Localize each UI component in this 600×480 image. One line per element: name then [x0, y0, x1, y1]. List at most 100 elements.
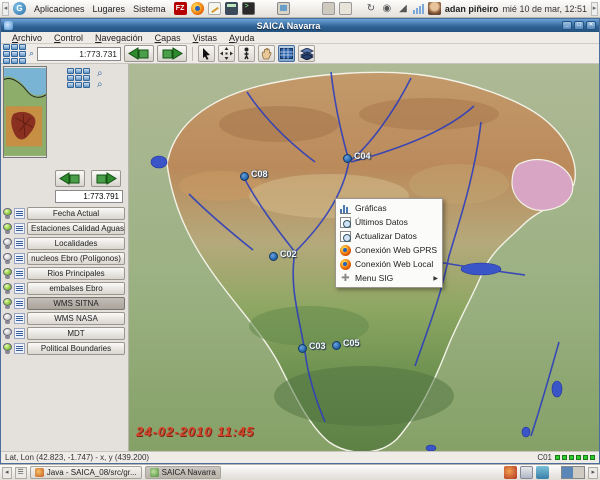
layers-3d-button[interactable]: [298, 45, 316, 62]
calculator-launcher-icon[interactable]: [224, 2, 238, 15]
context-item-gr-ficas[interactable]: Gráficas: [336, 201, 442, 215]
layer-legend-icon[interactable]: [14, 238, 25, 249]
pan-move-tool[interactable]: [218, 45, 236, 62]
workspace-2[interactable]: [573, 467, 585, 478]
taskbar-tray-icon-3[interactable]: [536, 466, 550, 479]
pan-compass-icon[interactable]: [3, 43, 26, 64]
layer-legend-icon[interactable]: [14, 223, 25, 234]
zoom-tool-icon[interactable]: ⌕: [29, 49, 34, 58]
layer-button[interactable]: Estaciones Calidad Aguas: [27, 222, 125, 235]
forward-view-button[interactable]: [157, 45, 188, 62]
taskbar-tray-icon-2[interactable]: [520, 466, 534, 479]
layer-legend-icon[interactable]: [14, 283, 25, 294]
info-tool[interactable]: [238, 45, 256, 62]
minimize-button[interactable]: _: [562, 21, 572, 30]
scale-input[interactable]: [37, 46, 122, 61]
layer-button[interactable]: MDT: [27, 327, 125, 340]
layer-visibility-bulb-icon[interactable]: [3, 343, 12, 354]
window-list-next-button[interactable]: ▸: [588, 466, 598, 479]
panel-hide-left-button[interactable]: ◂: [2, 1, 9, 16]
station-marker-c02[interactable]: [269, 252, 278, 261]
layer-visibility-bulb-icon[interactable]: [3, 313, 12, 324]
gnome-menu-icon[interactable]: G: [13, 2, 26, 15]
desktop-menu-lugares[interactable]: Lugares: [89, 3, 130, 15]
station-marker-c03[interactable]: [298, 344, 307, 353]
sidebar-back-button[interactable]: [55, 170, 85, 187]
map-view-toggle[interactable]: [278, 45, 296, 62]
maximize-button[interactable]: □: [574, 21, 584, 30]
terminal-launcher-icon[interactable]: [241, 2, 255, 15]
station-marker-c05[interactable]: [332, 341, 341, 350]
clock-label[interactable]: mié 10 de mar, 12:51: [502, 4, 587, 14]
menu-capas[interactable]: Capas: [150, 33, 186, 43]
username-label[interactable]: adan piñeiro: [445, 4, 499, 14]
workspace-switcher[interactable]: [561, 466, 586, 479]
firefox-launcher-icon[interactable]: [190, 2, 204, 15]
update-tray-icon[interactable]: ↻: [365, 3, 377, 14]
layer-legend-icon[interactable]: [14, 328, 25, 339]
context-item-actualizar-datos[interactable]: Actualizar Datos: [336, 229, 442, 243]
layer-button[interactable]: Fecha Actual: [27, 207, 125, 220]
window-titlebar[interactable]: SAICA Navarra _ □ ✕: [1, 19, 599, 32]
layer-button[interactable]: Localidades: [27, 237, 125, 250]
layer-visibility-bulb-icon[interactable]: [3, 283, 12, 294]
layer-legend-icon[interactable]: [14, 253, 25, 264]
layer-visibility-bulb-icon[interactable]: [3, 223, 12, 234]
context-item-conexi-n-web-gprs[interactable]: Conexión Web GPRS: [336, 243, 442, 257]
window-list-icon[interactable]: ☰: [14, 466, 27, 479]
menu-archivo[interactable]: Archivo: [7, 33, 47, 43]
taskbar-task-active[interactable]: SAICA Navarra: [144, 466, 221, 479]
station-marker-c04[interactable]: [343, 154, 352, 163]
menu-navegación[interactable]: Navegación: [90, 33, 148, 43]
window-list-prev-button[interactable]: ◂: [2, 466, 12, 479]
layer-button[interactable]: WMS NASA: [27, 312, 125, 325]
layer-visibility-bulb-icon[interactable]: [3, 298, 12, 309]
close-button[interactable]: ✕: [586, 21, 596, 30]
layer-visibility-bulb-icon[interactable]: [3, 328, 12, 339]
layer-visibility-bulb-icon[interactable]: [3, 208, 12, 219]
layer-button[interactable]: nucleos Ebro (Polígonos): [27, 252, 125, 265]
layer-legend-icon[interactable]: [14, 208, 25, 219]
select-pointer-tool[interactable]: [198, 45, 216, 62]
layer-legend-icon[interactable]: [14, 298, 25, 309]
desktop-menu-sistema[interactable]: Sistema: [129, 3, 170, 15]
user-avatar[interactable]: [427, 2, 441, 15]
printer-icon[interactable]: [321, 2, 335, 15]
network-tray-icon[interactable]: [412, 3, 424, 14]
layer-button[interactable]: embalses Ebro: [27, 282, 125, 295]
back-view-button[interactable]: [124, 45, 155, 62]
taskbar-tray-icon-1[interactable]: [504, 466, 518, 479]
sidebar-scale-input[interactable]: [55, 190, 123, 203]
layer-button[interactable]: WMS SITNA: [27, 297, 125, 310]
file-manager-icon[interactable]: [338, 2, 352, 15]
menu-vistas[interactable]: Vistas: [188, 33, 222, 43]
context-item-menu-sig[interactable]: ✚ Menu SIG ▶: [336, 271, 442, 285]
menu-control[interactable]: Control: [49, 33, 88, 43]
editor-launcher-icon[interactable]: [207, 2, 221, 15]
computer-icon[interactable]: [276, 2, 290, 15]
zoom-out-icon[interactable]: ⌕: [97, 79, 103, 90]
layer-button[interactable]: Political Boundaries: [27, 342, 125, 355]
volume-tray-icon[interactable]: ◢: [397, 3, 409, 14]
panel-hide-right-button[interactable]: ▸: [591, 1, 598, 16]
layer-visibility-bulb-icon[interactable]: [3, 268, 12, 279]
sidebar-zoom-icons[interactable]: ⌕ ⌕: [97, 68, 103, 90]
layer-visibility-bulb-icon[interactable]: [3, 253, 12, 264]
sidebar-pan-compass-icon[interactable]: [67, 68, 90, 88]
layer-legend-icon[interactable]: [14, 268, 25, 279]
desktop-menu-aplicaciones[interactable]: Aplicaciones: [30, 3, 89, 15]
layer-visibility-bulb-icon[interactable]: [3, 238, 12, 249]
layer-button[interactable]: Rios Principales: [27, 267, 125, 280]
zoom-in-icon[interactable]: ⌕: [97, 68, 103, 79]
overview-minimap[interactable]: [3, 66, 47, 158]
hand-pan-tool[interactable]: [258, 45, 276, 62]
map-canvas[interactable]: C08 C04 C02 C03 C05 24-02-2010 11:45 Gráfica…: [129, 64, 599, 451]
sidebar-forward-button[interactable]: [91, 170, 121, 187]
station-marker-c08[interactable]: [240, 172, 249, 181]
context-item--ltimos-datos[interactable]: Últimos Datos: [336, 215, 442, 229]
context-item-conexi-n-web-local[interactable]: Conexión Web Local: [336, 257, 442, 271]
power-tray-icon[interactable]: ◉: [381, 3, 393, 14]
menu-ayuda[interactable]: Ayuda: [224, 33, 259, 43]
layer-legend-icon[interactable]: [14, 313, 25, 324]
filezilla-launcher-icon[interactable]: FZ: [173, 2, 187, 15]
